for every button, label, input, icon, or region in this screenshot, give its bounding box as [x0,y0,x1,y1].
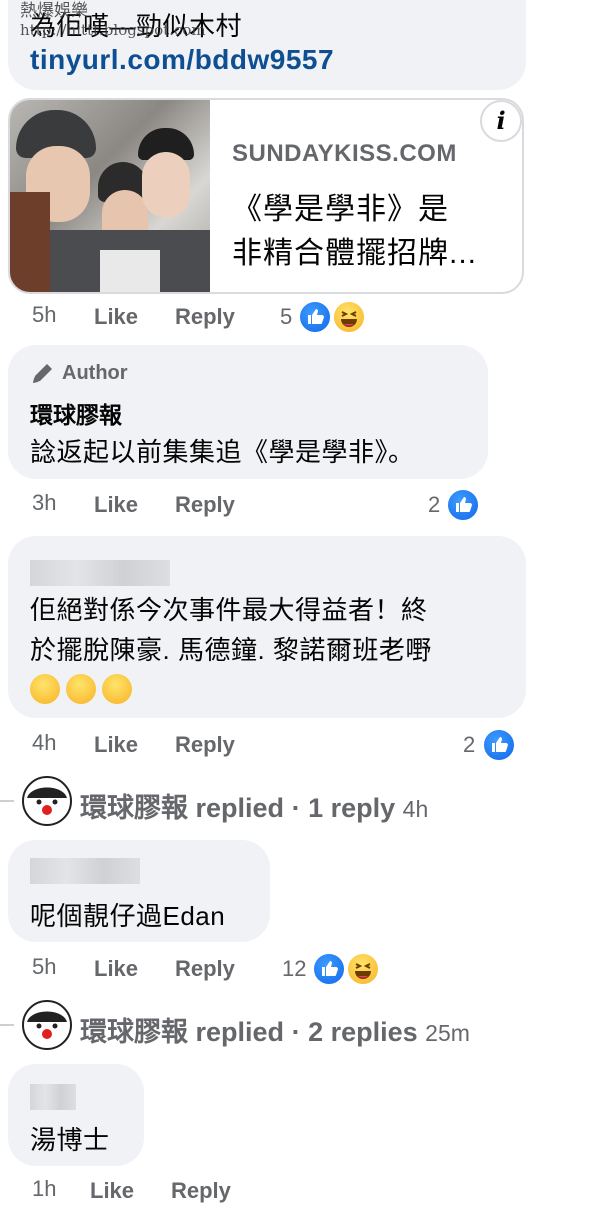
comment-5-like-button[interactable]: Like [90,1178,134,1204]
comment-4-reply-button[interactable]: Reply [175,956,235,982]
comment-5-time: 1h [32,1176,57,1201]
link-preview-image [10,100,210,292]
comment-1-reaction-count[interactable]: 5 [280,304,292,330]
like-icon[interactable] [482,728,516,762]
comment-5-reply-button[interactable]: Reply [171,1178,231,1204]
comment-1-reply-button[interactable]: Reply [175,304,235,330]
blurred-username [30,560,170,586]
thread-connector [0,800,14,802]
watermark-line2: http://hittt.blogspot.com [20,21,206,39]
link-preview-title-line1: 《學是學非》是 [232,193,449,226]
comment-3-text-line2: 於擺脫陳豪. 馬德鐘. 黎諾爾班老嘢 [30,635,432,665]
like-icon[interactable] [312,952,346,986]
comment-3-reaction-count[interactable]: 2 [463,732,475,758]
link-preview-domain: SUNDAYKISS.COM [232,140,457,167]
laughing-emoji [66,674,96,704]
replies-1-count: 1 reply [308,793,396,823]
replies-1-name: 環球膠報 [80,793,188,823]
laughing-emoji [30,674,60,704]
comment-1-link[interactable]: tinyurl.com/bddw9557 [30,44,334,76]
comment-4-time: 5h [32,954,57,979]
replies-2-action: replied [195,1017,285,1047]
thread-connector [0,1024,14,1026]
link-preview-title-line2: 非精合體擺招牌... [232,237,478,270]
comment-4-like-button[interactable]: Like [94,956,138,982]
comment-1-like-button[interactable]: Like [94,304,138,330]
like-icon[interactable] [446,488,480,522]
comment-2-like-button[interactable]: Like [94,492,138,518]
watermark-line1: 熱爆娛樂 [20,1,88,20]
watermark: 熱爆娛樂 http://hittt.blogspot.com [20,2,206,39]
comment-3-text-line1: 佢絕對係今次事件最大得益者！終 [30,595,428,625]
link-preview-card[interactable]: SUNDAYKISS.COM 《學是學非》是 非精合體擺招牌... i [8,98,524,294]
replies-link-2[interactable]: 環球膠報 replied · 2 replies 25m [80,1010,470,1049]
comment-2-time: 3h [32,490,57,515]
comment-3-reply-button[interactable]: Reply [175,732,235,758]
comment-4-reaction-count[interactable]: 12 [282,956,306,982]
comment-2-reply-button[interactable]: Reply [175,492,235,518]
comment-1-time: 5h [32,302,57,327]
blurred-username [30,1084,76,1110]
replies-2-name: 環球膠報 [80,1017,188,1047]
avatar[interactable] [22,776,72,826]
comment-3-like-button[interactable]: Like [94,732,138,758]
comment-2-text: 諗返起以前集集追《學是學非》。 [30,437,415,467]
haha-icon[interactable] [346,952,380,986]
replies-2-count: 2 replies [308,1017,418,1047]
haha-icon[interactable] [332,300,366,334]
laughing-emoji [102,674,132,704]
comment-2-reaction-count[interactable]: 2 [428,492,440,518]
comment-3-time: 4h [32,730,57,755]
like-icon[interactable] [298,300,332,334]
replies-1-time: 4h [402,796,429,822]
comment-4-text: 呢個靚仔過Edan [30,901,226,931]
replies-2-time: 25m [425,1020,470,1046]
comment-2-author[interactable]: 環球膠報 [30,396,122,430]
blurred-username [30,858,140,884]
avatar[interactable] [22,1000,72,1050]
comment-5-text: 湯博士 [30,1125,110,1155]
info-icon[interactable]: i [480,100,522,142]
author-badge: Author [62,362,128,384]
replies-link-1[interactable]: 環球膠報 replied · 1 reply 4h [80,786,428,825]
replies-1-action: replied [195,793,285,823]
pencil-icon [30,360,56,391]
